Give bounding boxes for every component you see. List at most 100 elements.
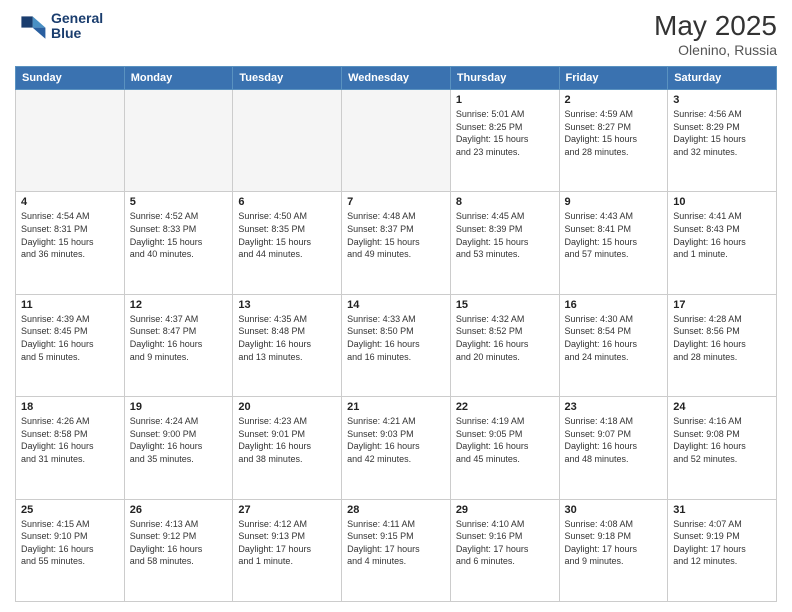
logo-line1: General	[51, 11, 103, 26]
day-cell: 11 Sunrise: 4:39 AM Sunset: 8:45 PM Dayli…	[16, 294, 125, 396]
day-info: Sunrise: 4:41 AM Sunset: 8:43 PM Dayligh…	[673, 210, 771, 260]
day-cell: 3Sunrise: 4:56 AM Sunset: 8:29 PM Daylig…	[668, 90, 777, 192]
day-cell: 25Sunrise: 4:15 AM Sunset: 9:10 PM Dayli…	[16, 499, 125, 601]
day-cell: 31 Sunrise: 4:07 AM Sunset: 9:19 PM Dayli…	[668, 499, 777, 601]
day-number: 21	[347, 401, 445, 413]
week-row-2: 4 Sunrise: 4:54 AM Sunset: 8:31 PM Daylig…	[16, 192, 777, 294]
day-cell: 12Sunrise: 4:37 AM Sunset: 8:47 PM Dayli…	[124, 294, 233, 396]
week-row-1: 1Sunrise: 5:01 AM Sunset: 8:25 PM Daylig…	[16, 90, 777, 192]
calendar-table: SundayMondayTuesdayWednesdayThursdayFrid…	[15, 66, 777, 602]
day-info: Sunrise: 4:18 AM Sunset: 9:07 PM Dayligh…	[565, 415, 663, 465]
day-number: 17	[673, 299, 771, 311]
day-info: Sunrise: 4:16 AM Sunset: 9:08 PM Dayligh…	[673, 415, 771, 465]
day-info: Sunrise: 4:35 AM Sunset: 8:48 PM Dayligh…	[238, 313, 336, 363]
day-cell: 17Sunrise: 4:28 AM Sunset: 8:56 PM Dayli…	[668, 294, 777, 396]
day-cell: 29 Sunrise: 4:10 AM Sunset: 9:16 PM Dayli…	[450, 499, 559, 601]
day-cell: 9 Sunrise: 4:43 AM Sunset: 8:41 PM Daylig…	[559, 192, 668, 294]
day-cell: 20 Sunrise: 4:23 AM Sunset: 9:01 PM Dayli…	[233, 397, 342, 499]
day-header-saturday: Saturday	[668, 67, 777, 90]
logo-icon	[15, 10, 47, 42]
day-info: Sunrise: 4:30 AM Sunset: 8:54 PM Dayligh…	[565, 313, 663, 363]
day-cell: 8Sunrise: 4:45 AM Sunset: 8:39 PM Daylig…	[450, 192, 559, 294]
day-number: 31	[673, 504, 771, 516]
day-number: 5	[130, 196, 228, 208]
day-info: Sunrise: 4:39 AM Sunset: 8:45 PM Dayligh…	[21, 313, 119, 363]
day-info: Sunrise: 4:24 AM Sunset: 9:00 PM Dayligh…	[130, 415, 228, 465]
day-info: Sunrise: 4:59 AM Sunset: 8:27 PM Dayligh…	[565, 108, 663, 158]
day-cell: 16Sunrise: 4:30 AM Sunset: 8:54 PM Dayli…	[559, 294, 668, 396]
day-number: 9	[565, 196, 663, 208]
day-info: Sunrise: 4:11 AM Sunset: 9:15 PM Dayligh…	[347, 518, 445, 568]
day-number: 10	[673, 196, 771, 208]
day-header-sunday: Sunday	[16, 67, 125, 90]
day-info: Sunrise: 4:43 AM Sunset: 8:41 PM Dayligh…	[565, 210, 663, 260]
day-number: 7	[347, 196, 445, 208]
day-info: Sunrise: 4:07 AM Sunset: 9:19 PM Dayligh…	[673, 518, 771, 568]
day-number: 23	[565, 401, 663, 413]
day-number: 26	[130, 504, 228, 516]
logo: General Blue	[15, 10, 103, 42]
day-number: 20	[238, 401, 336, 413]
day-cell: 4 Sunrise: 4:54 AM Sunset: 8:31 PM Daylig…	[16, 192, 125, 294]
day-cell	[342, 90, 451, 192]
sub-title: Olenino, Russia	[654, 42, 777, 58]
logo-line2: Blue	[51, 26, 103, 41]
day-number: 14	[347, 299, 445, 311]
day-info: Sunrise: 4:10 AM Sunset: 9:16 PM Dayligh…	[456, 518, 554, 568]
day-cell	[16, 90, 125, 192]
day-cell: 30 Sunrise: 4:08 AM Sunset: 9:18 PM Dayli…	[559, 499, 668, 601]
day-cell: 14 Sunrise: 4:33 AM Sunset: 8:50 PM Dayli…	[342, 294, 451, 396]
day-info: Sunrise: 4:52 AM Sunset: 8:33 PM Dayligh…	[130, 210, 228, 260]
day-info: Sunrise: 4:19 AM Sunset: 9:05 PM Dayligh…	[456, 415, 554, 465]
day-number: 30	[565, 504, 663, 516]
week-row-3: 11 Sunrise: 4:39 AM Sunset: 8:45 PM Dayli…	[16, 294, 777, 396]
day-cell: 21 Sunrise: 4:21 AM Sunset: 9:03 PM Dayli…	[342, 397, 451, 499]
day-header-tuesday: Tuesday	[233, 67, 342, 90]
day-info: Sunrise: 4:12 AM Sunset: 9:13 PM Dayligh…	[238, 518, 336, 568]
week-row-4: 18Sunrise: 4:26 AM Sunset: 8:58 PM Dayli…	[16, 397, 777, 499]
day-cell: 7Sunrise: 4:48 AM Sunset: 8:37 PM Daylig…	[342, 192, 451, 294]
day-header-friday: Friday	[559, 67, 668, 90]
day-number: 19	[130, 401, 228, 413]
day-info: Sunrise: 4:45 AM Sunset: 8:39 PM Dayligh…	[456, 210, 554, 260]
day-cell: 18Sunrise: 4:26 AM Sunset: 8:58 PM Dayli…	[16, 397, 125, 499]
day-info: Sunrise: 4:54 AM Sunset: 8:31 PM Dayligh…	[21, 210, 119, 260]
day-cell: 28 Sunrise: 4:11 AM Sunset: 9:15 PM Dayli…	[342, 499, 451, 601]
day-info: Sunrise: 4:33 AM Sunset: 8:50 PM Dayligh…	[347, 313, 445, 363]
day-number: 22	[456, 401, 554, 413]
main-title: May 2025	[654, 10, 777, 42]
day-cell	[233, 90, 342, 192]
day-cell: 2 Sunrise: 4:59 AM Sunset: 8:27 PM Daylig…	[559, 90, 668, 192]
day-number: 25	[21, 504, 119, 516]
day-number: 6	[238, 196, 336, 208]
day-cell: 27Sunrise: 4:12 AM Sunset: 9:13 PM Dayli…	[233, 499, 342, 601]
day-cell: 22 Sunrise: 4:19 AM Sunset: 9:05 PM Dayli…	[450, 397, 559, 499]
day-cell: 15Sunrise: 4:32 AM Sunset: 8:52 PM Dayli…	[450, 294, 559, 396]
page: General Blue May 2025 Olenino, Russia Su…	[0, 0, 792, 612]
day-cell	[124, 90, 233, 192]
day-cell: 5 Sunrise: 4:52 AM Sunset: 8:33 PM Daylig…	[124, 192, 233, 294]
day-info: Sunrise: 4:37 AM Sunset: 8:47 PM Dayligh…	[130, 313, 228, 363]
day-cell: 26Sunrise: 4:13 AM Sunset: 9:12 PM Dayli…	[124, 499, 233, 601]
day-number: 11	[21, 299, 119, 311]
day-header-monday: Monday	[124, 67, 233, 90]
day-cell: 13Sunrise: 4:35 AM Sunset: 8:48 PM Dayli…	[233, 294, 342, 396]
day-cell: 23 Sunrise: 4:18 AM Sunset: 9:07 PM Dayli…	[559, 397, 668, 499]
day-info: Sunrise: 4:50 AM Sunset: 8:35 PM Dayligh…	[238, 210, 336, 260]
day-info: Sunrise: 4:23 AM Sunset: 9:01 PM Dayligh…	[238, 415, 336, 465]
day-number: 4	[21, 196, 119, 208]
day-info: Sunrise: 4:08 AM Sunset: 9:18 PM Dayligh…	[565, 518, 663, 568]
day-header-thursday: Thursday	[450, 67, 559, 90]
day-number: 18	[21, 401, 119, 413]
header: General Blue May 2025 Olenino, Russia	[15, 10, 777, 58]
day-number: 2	[565, 94, 663, 106]
header-row: SundayMondayTuesdayWednesdayThursdayFrid…	[16, 67, 777, 90]
day-cell: 1Sunrise: 5:01 AM Sunset: 8:25 PM Daylig…	[450, 90, 559, 192]
day-number: 15	[456, 299, 554, 311]
day-number: 24	[673, 401, 771, 413]
day-number: 28	[347, 504, 445, 516]
day-number: 29	[456, 504, 554, 516]
week-row-5: 25Sunrise: 4:15 AM Sunset: 9:10 PM Dayli…	[16, 499, 777, 601]
day-info: Sunrise: 4:21 AM Sunset: 9:03 PM Dayligh…	[347, 415, 445, 465]
day-header-wednesday: Wednesday	[342, 67, 451, 90]
